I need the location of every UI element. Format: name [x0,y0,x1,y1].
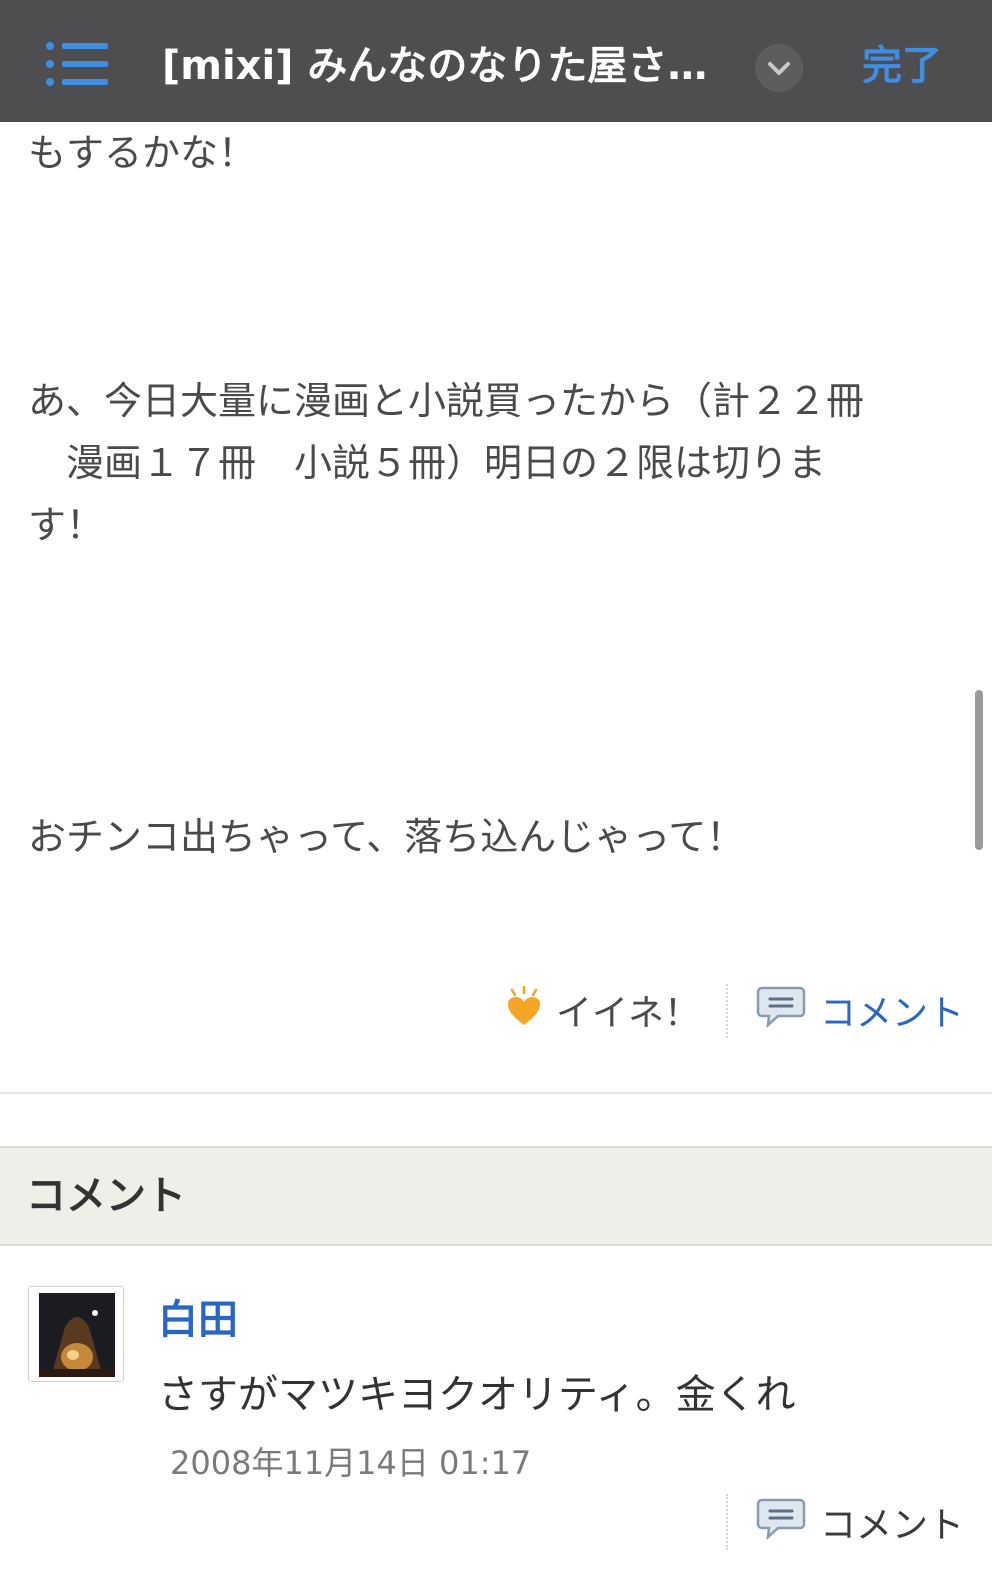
comment-label: コメント [820,1505,965,1546]
divider [726,1494,728,1550]
post-actions: イイネ！ コメント [0,978,992,1042]
comment-reply-button[interactable]: コメント [756,1490,964,1554]
tab-dropdown-button[interactable] [755,44,803,92]
avatar[interactable] [28,1286,124,1382]
post-text-line: おチンコ出ちゃって、落ち込んじゃって！ [28,815,745,859]
list-icon[interactable] [44,40,112,88]
post-paragraph: あ、今日大量に漫画と小説買ったから（計２２冊 漫画１７冊 小説５冊）明日の２限は… [28,370,968,556]
top-bar: [mixi] みんなのなりた屋さ… 完了 [0,0,992,122]
heart-icon [506,985,542,1036]
chevron-down-icon [755,44,803,96]
comment-label: コメント [820,993,965,1034]
post-text-line: もするかな！ [28,131,257,175]
post-text-line: あ、今日大量に漫画と小説買ったから（計２２冊 [28,379,865,423]
done-button[interactable]: 完了 [862,38,942,94]
scrollbar[interactable] [975,690,983,850]
comment-timestamp: 2008年11月14日 01:17 [170,1444,532,1482]
post-text-line: 漫画１７冊 小説５冊）明日の２限は切りま [28,441,827,485]
like-label: イイネ！ [556,993,701,1034]
comment-text: さすがマツキヨクオリティ。金くれ [158,1372,796,1418]
comments-section-header: コメント [0,1146,992,1246]
divider [0,1092,992,1094]
section-title: コメント [26,1173,186,1219]
divider [726,984,728,1038]
post-text-line: す！ [28,503,105,547]
comment-button[interactable]: コメント [756,978,964,1042]
speech-bubble-icon [756,1496,806,1549]
page-title: [mixi] みんなのなりた屋さ… [162,43,708,89]
speech-bubble-icon [756,984,806,1037]
comment-author[interactable]: 白田 [158,1292,238,1348]
like-button[interactable]: イイネ！ [506,978,700,1042]
